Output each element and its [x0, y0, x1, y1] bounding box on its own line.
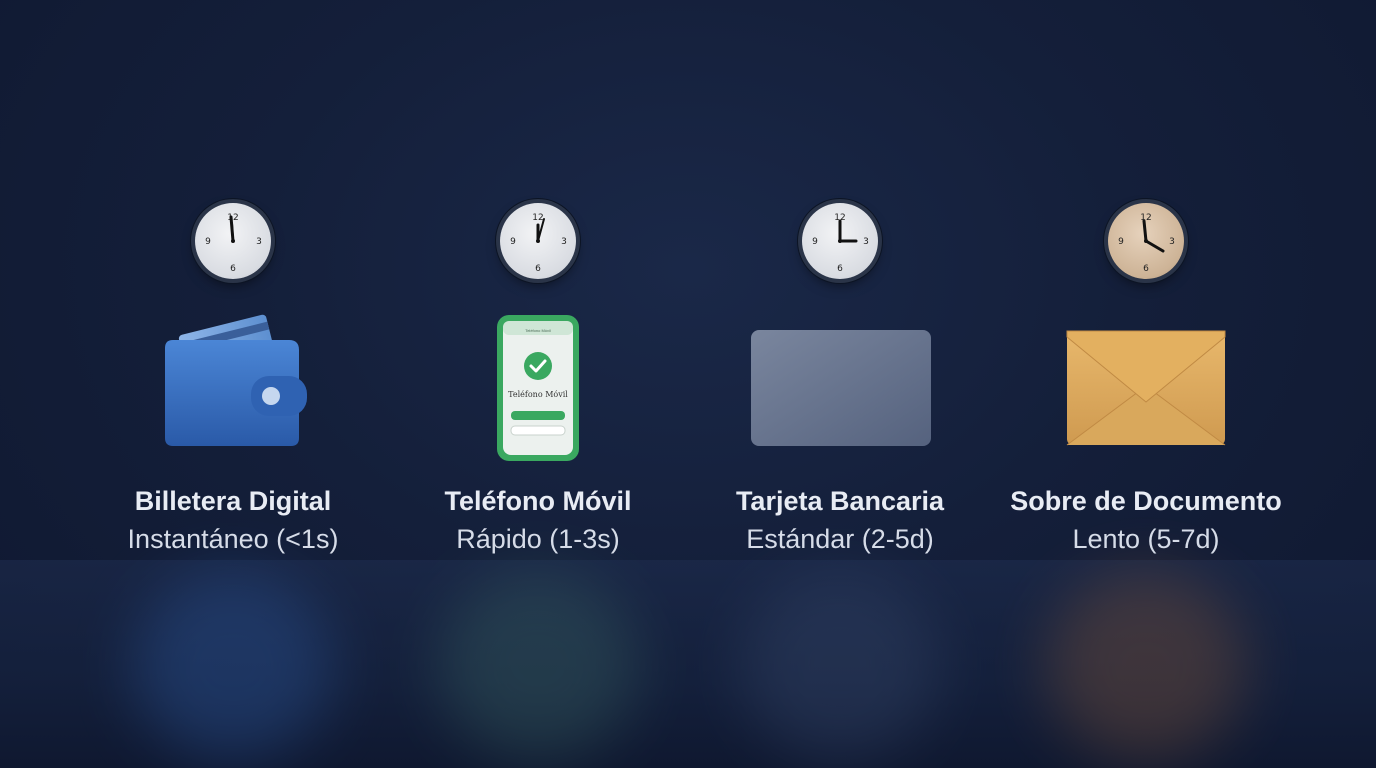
svg-text:12: 12 — [1140, 213, 1151, 223]
clock-icon: 12 3 6 9 — [500, 203, 576, 279]
svg-text:9: 9 — [1118, 237, 1124, 247]
phone-glow — [438, 570, 638, 760]
svg-text:6: 6 — [837, 264, 843, 274]
svg-text:6: 6 — [535, 264, 541, 274]
card-icon — [680, 310, 1000, 470]
option-title: Teléfono Móvil — [444, 486, 632, 516]
option-speed: Instantáneo (<1s) — [127, 524, 339, 554]
option-mobile-phone[interactable]: 12 3 6 9 Teléfono Móvil Teléfono Móvil T… — [378, 0, 698, 768]
option-speed: Estándar (2-5d) — [746, 524, 934, 554]
svg-text:6: 6 — [230, 264, 236, 274]
option-speed: Lento (5-7d) — [1072, 524, 1220, 554]
svg-text:9: 9 — [205, 237, 211, 247]
svg-text:6: 6 — [1143, 264, 1149, 274]
phone-icon: Teléfono Móvil Teléfono Móvil — [378, 310, 698, 470]
option-speed: Rápido (1-3s) — [456, 524, 620, 554]
option-digital-wallet[interactable]: 12 3 6 9 Billetera Digital Instantáneo (… — [73, 0, 393, 768]
phone-header-text: Teléfono Móvil — [525, 328, 551, 333]
svg-text:3: 3 — [863, 237, 869, 247]
clock-icon: 12 3 6 9 — [1108, 203, 1184, 279]
option-document-envelope[interactable]: 12 3 6 9 Sobre de Documento Lento (5-7d) — [986, 0, 1306, 768]
clock-icon: 12 3 6 9 — [195, 203, 271, 279]
envelope-glow — [1046, 570, 1246, 760]
wallet-icon — [73, 310, 393, 470]
option-title: Tarjeta Bancaria — [735, 486, 945, 516]
svg-text:9: 9 — [510, 237, 516, 247]
wallet-glow — [133, 570, 333, 760]
svg-text:12: 12 — [227, 213, 238, 223]
svg-text:9: 9 — [812, 237, 818, 247]
svg-text:12: 12 — [532, 213, 543, 223]
phone-screen-text: Teléfono Móvil — [508, 390, 568, 399]
card-glow — [740, 570, 940, 760]
svg-text:3: 3 — [561, 237, 567, 247]
option-title: Billetera Digital — [134, 486, 332, 516]
option-bank-card[interactable]: 12 3 6 9 Tarjeta Bancaria Estándar (2-5d… — [680, 0, 1000, 768]
svg-text:3: 3 — [1169, 237, 1175, 247]
option-title: Sobre de Documento — [1010, 486, 1282, 516]
svg-text:3: 3 — [256, 237, 262, 247]
clock-icon: 12 3 6 9 — [802, 203, 878, 279]
envelope-icon — [986, 310, 1306, 470]
